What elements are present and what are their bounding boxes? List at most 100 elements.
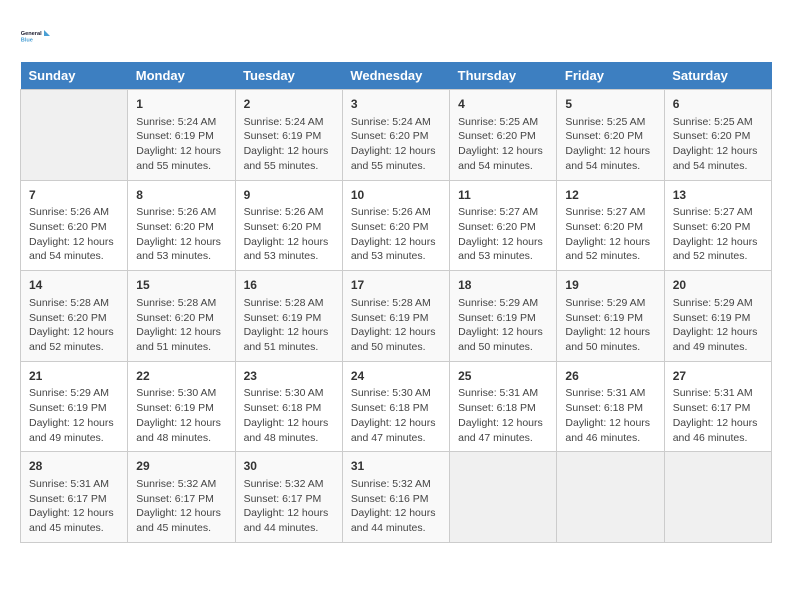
day-number: 1 [136, 96, 226, 113]
calendar-cell: 12Sunrise: 5:27 AM Sunset: 6:20 PM Dayli… [557, 180, 664, 271]
day-info: Sunrise: 5:30 AM Sunset: 6:18 PM Dayligh… [244, 386, 334, 445]
calendar-cell: 11Sunrise: 5:27 AM Sunset: 6:20 PM Dayli… [450, 180, 557, 271]
day-info: Sunrise: 5:30 AM Sunset: 6:19 PM Dayligh… [136, 386, 226, 445]
week-row-5: 28 Sunrise: 5:31 AM Sunset: 6:17 PM Dayli… [21, 452, 772, 543]
calendar-cell: 9Sunrise: 5:26 AM Sunset: 6:20 PM Daylig… [235, 180, 342, 271]
day-number: 15 [136, 277, 226, 294]
calendar-cell: 24Sunrise: 5:30 AM Sunset: 6:18 PM Dayli… [342, 361, 449, 452]
day-info: Sunrise: 5:32 AM Sunset: 6:17 PM Dayligh… [244, 477, 334, 536]
day-info: Sunrise: 5:26 AM Sunset: 6:20 PM Dayligh… [351, 205, 441, 264]
day-info: Sunrise: 5:28 AM Sunset: 6:19 PM Dayligh… [244, 296, 334, 355]
day-info: Sunrise: 5:25 AM Sunset: 6:20 PM Dayligh… [458, 115, 548, 174]
day-info: Sunrise: 5:25 AM Sunset: 6:20 PM Dayligh… [565, 115, 655, 174]
day-info: Sunrise: 5:24 AM Sunset: 6:19 PM Dayligh… [244, 115, 334, 174]
day-info: Sunrise: 5:27 AM Sunset: 6:20 PM Dayligh… [458, 205, 548, 264]
week-row-4: 21Sunrise: 5:29 AM Sunset: 6:19 PM Dayli… [21, 361, 772, 452]
day-number: 13 [673, 187, 763, 204]
day-number: 16 [244, 277, 334, 294]
svg-text:Blue: Blue [21, 38, 33, 44]
day-info: Sunrise: 5:24 AM Sunset: 6:20 PM Dayligh… [351, 115, 441, 174]
calendar-cell: 29Sunrise: 5:32 AM Sunset: 6:17 PM Dayli… [128, 452, 235, 543]
day-number: 22 [136, 368, 226, 385]
calendar-cell: 3 Sunrise: 5:24 AM Sunset: 6:20 PM Daylig… [342, 90, 449, 181]
week-row-1: 1 Sunrise: 5:24 AM Sunset: 6:19 PM Daylig… [21, 90, 772, 181]
calendar-cell: 27Sunrise: 5:31 AM Sunset: 6:17 PM Dayli… [664, 361, 771, 452]
day-info: Sunrise: 5:26 AM Sunset: 6:20 PM Dayligh… [29, 205, 119, 264]
week-row-2: 7Sunrise: 5:26 AM Sunset: 6:20 PM Daylig… [21, 180, 772, 271]
calendar-cell: 20Sunrise: 5:29 AM Sunset: 6:19 PM Dayli… [664, 271, 771, 362]
day-info: Sunrise: 5:29 AM Sunset: 6:19 PM Dayligh… [673, 296, 763, 355]
calendar-cell: 8Sunrise: 5:26 AM Sunset: 6:20 PM Daylig… [128, 180, 235, 271]
day-number: 29 [136, 458, 226, 475]
day-info: Sunrise: 5:29 AM Sunset: 6:19 PM Dayligh… [29, 386, 119, 445]
calendar-cell: 10Sunrise: 5:26 AM Sunset: 6:20 PM Dayli… [342, 180, 449, 271]
day-number: 25 [458, 368, 548, 385]
day-info: Sunrise: 5:26 AM Sunset: 6:20 PM Dayligh… [136, 205, 226, 264]
column-header-tuesday: Tuesday [235, 62, 342, 90]
page-header: GeneralBlue [20, 20, 772, 52]
day-info: Sunrise: 5:31 AM Sunset: 6:17 PM Dayligh… [29, 477, 119, 536]
day-number: 21 [29, 368, 119, 385]
day-number: 5 [565, 96, 655, 113]
calendar-cell: 1 Sunrise: 5:24 AM Sunset: 6:19 PM Daylig… [128, 90, 235, 181]
week-row-3: 14Sunrise: 5:28 AM Sunset: 6:20 PM Dayli… [21, 271, 772, 362]
calendar-cell: 22Sunrise: 5:30 AM Sunset: 6:19 PM Dayli… [128, 361, 235, 452]
calendar-cell: 7Sunrise: 5:26 AM Sunset: 6:20 PM Daylig… [21, 180, 128, 271]
day-info: Sunrise: 5:32 AM Sunset: 6:16 PM Dayligh… [351, 477, 441, 536]
day-number: 8 [136, 187, 226, 204]
day-number: 26 [565, 368, 655, 385]
calendar-cell: 23Sunrise: 5:30 AM Sunset: 6:18 PM Dayli… [235, 361, 342, 452]
calendar-cell: 28 Sunrise: 5:31 AM Sunset: 6:17 PM Dayli… [21, 452, 128, 543]
calendar-table: SundayMondayTuesdayWednesdayThursdayFrid… [20, 62, 772, 543]
day-info: Sunrise: 5:27 AM Sunset: 6:20 PM Dayligh… [565, 205, 655, 264]
day-number: 14 [29, 277, 119, 294]
day-number: 9 [244, 187, 334, 204]
day-number: 31 [351, 458, 441, 475]
day-info: Sunrise: 5:30 AM Sunset: 6:18 PM Dayligh… [351, 386, 441, 445]
day-number: 28 [29, 458, 119, 475]
day-info: Sunrise: 5:27 AM Sunset: 6:20 PM Dayligh… [673, 205, 763, 264]
calendar-cell [664, 452, 771, 543]
column-header-wednesday: Wednesday [342, 62, 449, 90]
day-info: Sunrise: 5:28 AM Sunset: 6:19 PM Dayligh… [351, 296, 441, 355]
calendar-cell: 14Sunrise: 5:28 AM Sunset: 6:20 PM Dayli… [21, 271, 128, 362]
logo: GeneralBlue [20, 20, 52, 52]
day-info: Sunrise: 5:31 AM Sunset: 6:17 PM Dayligh… [673, 386, 763, 445]
calendar-cell [557, 452, 664, 543]
day-number: 10 [351, 187, 441, 204]
svg-text:General: General [21, 31, 42, 37]
day-number: 3 [351, 96, 441, 113]
day-number: 17 [351, 277, 441, 294]
day-number: 27 [673, 368, 763, 385]
calendar-cell: 19Sunrise: 5:29 AM Sunset: 6:19 PM Dayli… [557, 271, 664, 362]
column-header-monday: Monday [128, 62, 235, 90]
day-info: Sunrise: 5:29 AM Sunset: 6:19 PM Dayligh… [565, 296, 655, 355]
calendar-cell: 2 Sunrise: 5:24 AM Sunset: 6:19 PM Daylig… [235, 90, 342, 181]
calendar-cell: 15Sunrise: 5:28 AM Sunset: 6:20 PM Dayli… [128, 271, 235, 362]
column-header-sunday: Sunday [21, 62, 128, 90]
day-info: Sunrise: 5:24 AM Sunset: 6:19 PM Dayligh… [136, 115, 226, 174]
calendar-cell: 17 Sunrise: 5:28 AM Sunset: 6:19 PM Dayli… [342, 271, 449, 362]
day-number: 24 [351, 368, 441, 385]
calendar-cell: 6Sunrise: 5:25 AM Sunset: 6:20 PM Daylig… [664, 90, 771, 181]
day-info: Sunrise: 5:31 AM Sunset: 6:18 PM Dayligh… [565, 386, 655, 445]
day-number: 4 [458, 96, 548, 113]
day-number: 30 [244, 458, 334, 475]
day-number: 18 [458, 277, 548, 294]
calendar-cell: 4 Sunrise: 5:25 AM Sunset: 6:20 PM Daylig… [450, 90, 557, 181]
day-info: Sunrise: 5:26 AM Sunset: 6:20 PM Dayligh… [244, 205, 334, 264]
calendar-cell [450, 452, 557, 543]
calendar-cell: 18Sunrise: 5:29 AM Sunset: 6:19 PM Dayli… [450, 271, 557, 362]
calendar-cell: 30 Sunrise: 5:32 AM Sunset: 6:17 PM Dayli… [235, 452, 342, 543]
calendar-cell: 25Sunrise: 5:31 AM Sunset: 6:18 PM Dayli… [450, 361, 557, 452]
calendar-cell: 31 Sunrise: 5:32 AM Sunset: 6:16 PM Dayli… [342, 452, 449, 543]
calendar-cell: 5 Sunrise: 5:25 AM Sunset: 6:20 PM Daylig… [557, 90, 664, 181]
day-number: 6 [673, 96, 763, 113]
column-header-thursday: Thursday [450, 62, 557, 90]
day-number: 7 [29, 187, 119, 204]
day-number: 2 [244, 96, 334, 113]
header-row: SundayMondayTuesdayWednesdayThursdayFrid… [21, 62, 772, 90]
calendar-cell [21, 90, 128, 181]
logo-icon: GeneralBlue [20, 20, 52, 52]
day-number: 12 [565, 187, 655, 204]
